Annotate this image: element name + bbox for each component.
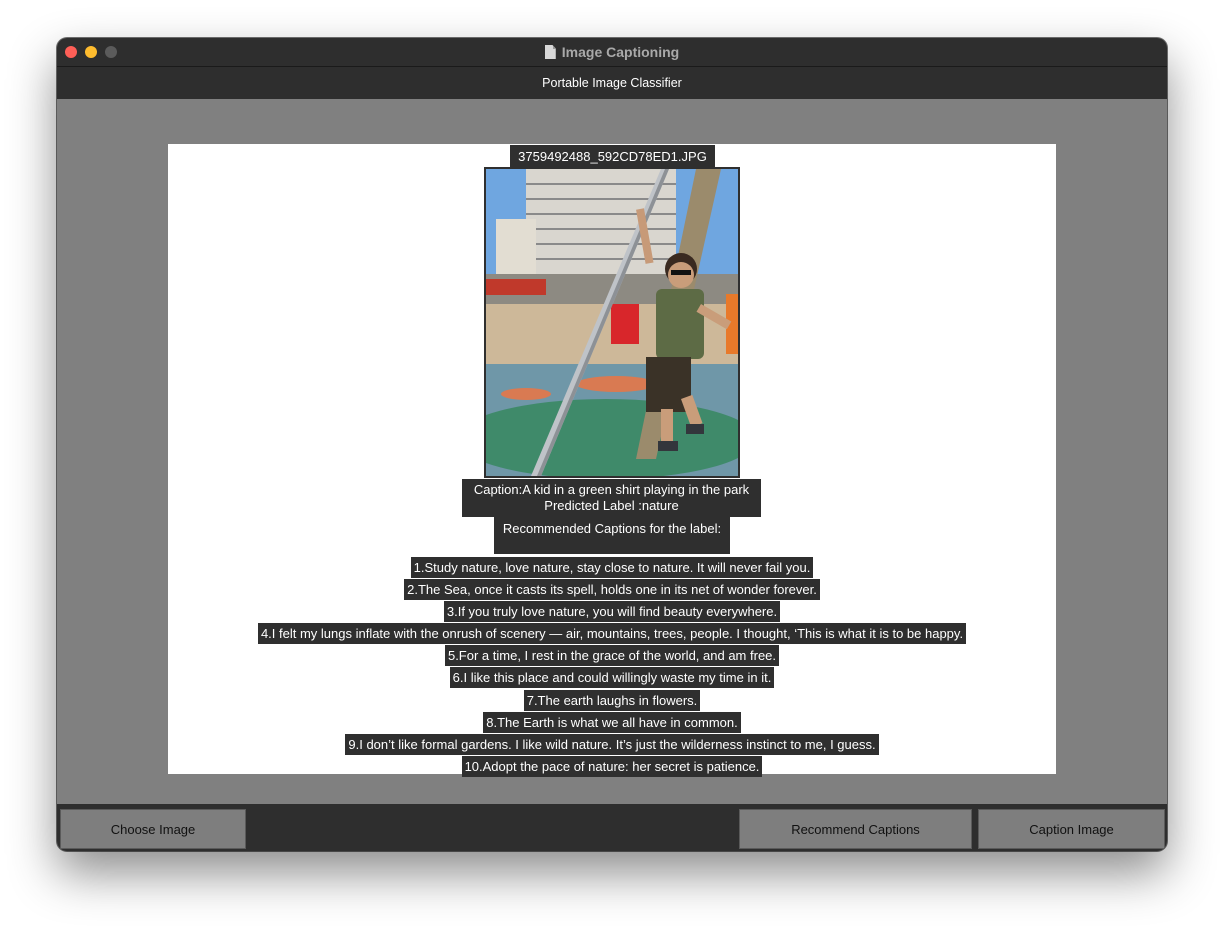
recommended-caption-item: 2.The Sea, once it casts its spell, hold…	[404, 579, 820, 601]
image-filename: 3759492488_592CD78ED1.JPG	[510, 145, 715, 167]
document-icon	[544, 45, 556, 59]
image-preview	[484, 167, 740, 478]
recommended-caption-item: 9.I don’t like formal gardens. I like wi…	[345, 733, 879, 755]
app-window: Image Captioning Portable Image Classifi…	[57, 38, 1167, 851]
image-preview-photo	[486, 169, 738, 476]
recommended-caption-item: 3.If you truly love nature, you will fin…	[443, 601, 781, 623]
recommended-caption-item: 1.Study nature, love nature, stay close …	[410, 557, 814, 578]
recommended-caption-item: 8.The Earth is what we all have in commo…	[483, 711, 741, 733]
bottom-toolbar: Choose Image Recommend Captions Caption …	[57, 804, 1167, 851]
choose-image-button[interactable]: Choose Image	[60, 809, 246, 849]
recommended-caption-item: 6.I like this place and could willingly …	[449, 667, 775, 689]
caption-image-button[interactable]: Caption Image	[978, 809, 1165, 849]
recommended-caption-item: 5.For a time, I rest in the grace of the…	[444, 645, 780, 667]
app-header: Portable Image Classifier	[57, 67, 1167, 99]
result-panel: 3759492488_592CD78ED1.JPG Caption:A kid …	[168, 144, 1056, 777]
recommended-captions-list: 1.Study nature, love nature, stay close …	[168, 557, 1056, 778]
recommended-caption-item: 10.Adopt the pace of nature: her secret …	[461, 755, 763, 777]
recommended-captions-heading: Recommended Captions for the label:	[494, 517, 730, 554]
window-title: Image Captioning	[561, 44, 680, 60]
recommended-caption-item: 4.I felt my lungs inflate with the onrus…	[257, 623, 967, 645]
recommended-caption-item: 7.The earth laughs in flowers.	[523, 689, 701, 711]
title-bar[interactable]: Image Captioning	[57, 38, 1167, 67]
window-title-group: Image Captioning	[57, 38, 1167, 66]
generated-caption: Caption:A kid in a green shirt playing i…	[473, 482, 750, 497]
predicted-label: Predicted Label :nature	[544, 498, 679, 513]
caption-result: Caption:A kid in a green shirt playing i…	[462, 479, 761, 517]
recommend-captions-button[interactable]: Recommend Captions	[739, 809, 972, 849]
